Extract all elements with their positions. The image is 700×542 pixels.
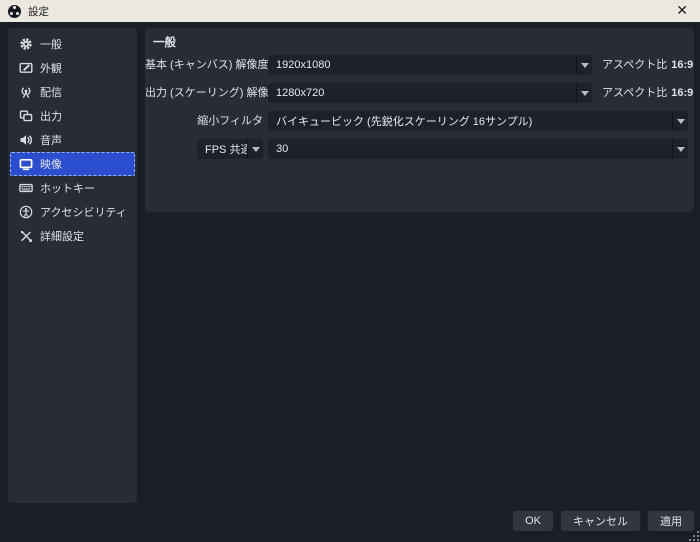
video-icon (19, 157, 33, 171)
downscale-filter-value: バイキュービック (先鋭化スケーリング 16サンプル) (268, 113, 672, 129)
sidebar-item-label: 外観 (40, 60, 62, 76)
base-resolution-combobox[interactable]: 1920x1080 (268, 55, 592, 75)
output-resolution-combobox[interactable]: 1280x720 (268, 83, 592, 103)
resize-grip[interactable] (689, 531, 699, 541)
output-aspect-ratio: アスペクト比 16:9 (602, 83, 693, 103)
sidebar-item-label: 配信 (40, 84, 62, 100)
stream-icon (19, 85, 33, 99)
sidebar-item-general[interactable]: 一般 (10, 32, 135, 56)
sidebar-item-hotkeys[interactable]: ホットキー (10, 176, 135, 200)
downscale-filter-combobox[interactable]: バイキュービック (先鋭化スケーリング 16サンプル) (268, 111, 688, 131)
sidebar-item-label: 出力 (40, 108, 62, 124)
audio-icon (19, 133, 33, 147)
chevron-down-icon[interactable] (576, 83, 592, 103)
sidebar-item-accessibility[interactable]: アクセシビリティ (10, 200, 135, 224)
base-resolution-label: 基本 (キャンバス) 解像度 (145, 55, 263, 75)
cancel-button[interactable]: キャンセル (560, 510, 641, 532)
sidebar-item-stream[interactable]: 配信 (10, 80, 135, 104)
output-resolution-value: 1280x720 (268, 87, 576, 99)
output-resolution-label: 出力 (スケーリング) 解像度 (145, 83, 263, 103)
chevron-down-icon[interactable] (576, 55, 592, 75)
chevron-down-icon[interactable] (672, 111, 688, 131)
aspect-ratio-label: アスペクト比 (602, 59, 667, 71)
titlebar: 設定 ✕ (0, 0, 700, 22)
accessibility-icon (19, 205, 33, 219)
downscale-filter-label: 縮小フィルタ (145, 111, 263, 131)
ok-button[interactable]: OK (512, 510, 554, 532)
obs-logo-icon (8, 5, 21, 18)
video-settings-panel: 一般 基本 (キャンバス) 解像度 1920x1080 アスペクト比 16:9 出… (145, 28, 694, 212)
sidebar-item-audio[interactable]: 音声 (10, 128, 135, 152)
chevron-down-icon[interactable] (247, 139, 263, 159)
sidebar-item-label: アクセシビリティ (40, 204, 127, 220)
gear-icon (19, 37, 33, 51)
fps-type-value: FPS 共通値 (197, 141, 247, 157)
tools-icon (19, 229, 33, 243)
sidebar-item-video[interactable]: 映像 (10, 152, 135, 176)
aspect-ratio-value: 16:9 (671, 87, 693, 99)
section-title: 一般 (153, 34, 176, 50)
sidebar-item-label: 詳細設定 (40, 228, 84, 244)
apply-button[interactable]: 適用 (647, 510, 695, 532)
base-aspect-ratio: アスペクト比 16:9 (602, 55, 693, 75)
appearance-icon (19, 61, 33, 75)
sidebar-item-label: ホットキー (40, 180, 95, 196)
sidebar-item-label: 一般 (40, 36, 62, 52)
sidebar-item-label: 映像 (40, 156, 62, 172)
chevron-down-icon[interactable] (672, 139, 688, 159)
aspect-ratio-value: 16:9 (671, 59, 693, 71)
sidebar-item-output[interactable]: 出力 (10, 104, 135, 128)
close-icon[interactable]: ✕ (676, 4, 688, 18)
keyboard-icon (19, 181, 33, 195)
window-title: 設定 (28, 4, 49, 19)
fps-type-combobox[interactable]: FPS 共通値 (197, 139, 263, 159)
sidebar-item-advanced[interactable]: 詳細設定 (10, 224, 135, 248)
sidebar-item-label: 音声 (40, 132, 62, 148)
fps-value-combobox[interactable]: 30 (268, 139, 688, 159)
settings-sidebar: 一般 外観 配信 出力 (8, 28, 137, 503)
sidebar-item-appearance[interactable]: 外観 (10, 56, 135, 80)
base-resolution-value: 1920x1080 (268, 59, 576, 71)
dialog-footer: OK キャンセル 適用 (512, 510, 695, 532)
aspect-ratio-label: アスペクト比 (602, 87, 667, 99)
fps-value: 30 (268, 143, 672, 155)
output-icon (19, 109, 33, 123)
